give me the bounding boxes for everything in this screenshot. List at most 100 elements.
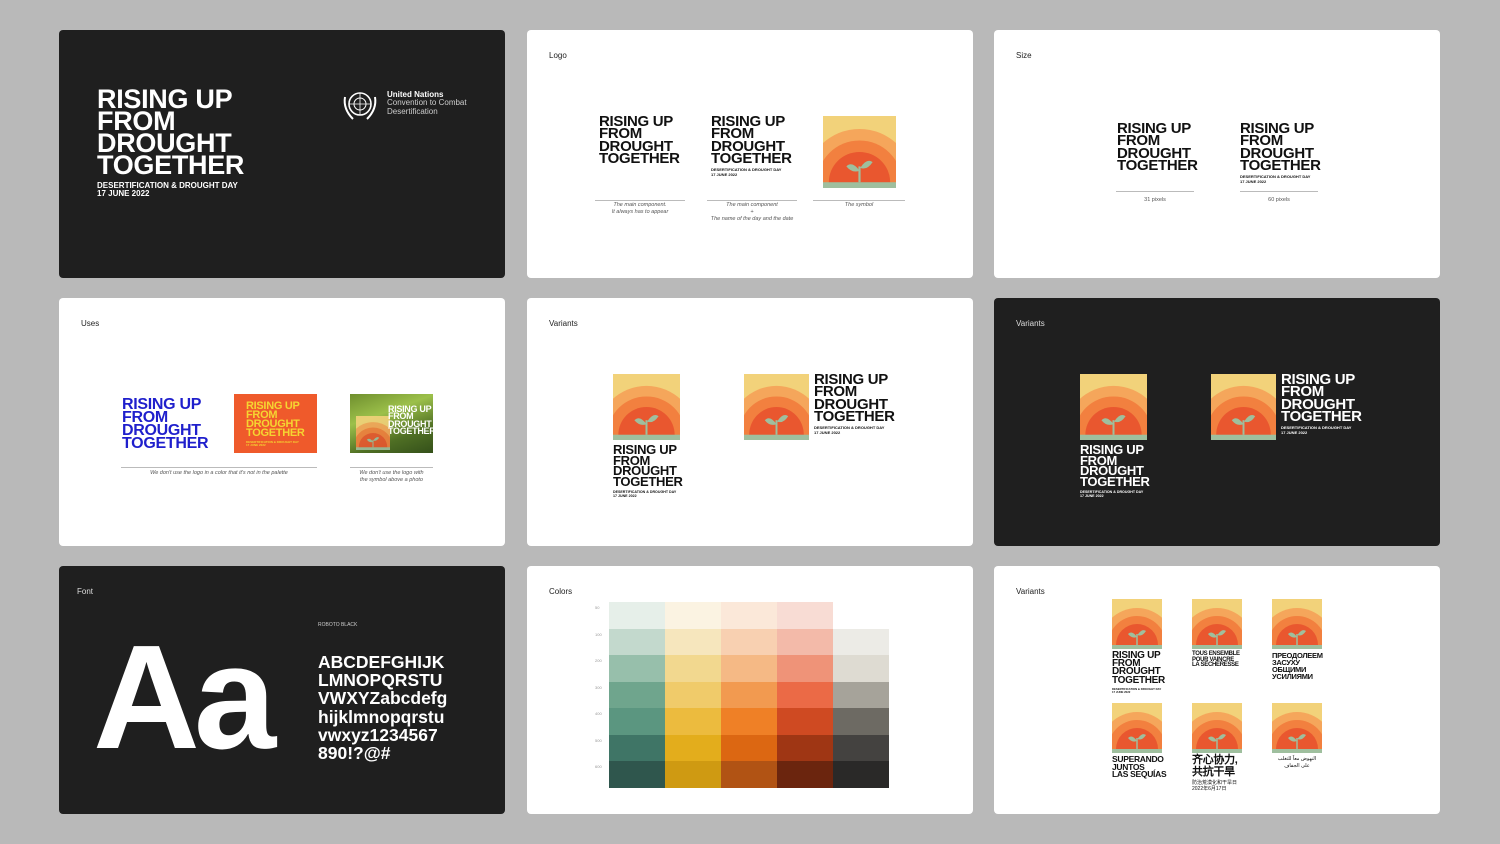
- color-swatch: [777, 602, 833, 629]
- color-swatch: [665, 602, 721, 629]
- card-logo: Logo RISING UP FROM DROUGHT TOGETHER RIS…: [527, 30, 973, 278]
- card-heading: Variants: [1016, 319, 1045, 328]
- color-swatch: [777, 655, 833, 682]
- un-emblem-icon: [341, 87, 379, 123]
- divider: [121, 467, 317, 468]
- caption: We don't use the logo with the symbol ab…: [359, 470, 424, 484]
- palette-row-label: 100: [595, 631, 602, 637]
- color-swatch: [721, 708, 777, 735]
- logo-60px: RISING UP FROM DROUGHT TOGETHER DESERTIF…: [1240, 120, 1321, 184]
- font-name-label: ROBOTO BLACK: [318, 622, 358, 628]
- sun-sprout-symbol-icon: [1192, 703, 1242, 753]
- color-swatch: [833, 655, 889, 682]
- sun-sprout-symbol-icon: [1272, 703, 1322, 753]
- divider: [350, 467, 433, 468]
- sun-sprout-symbol-icon: [613, 374, 680, 440]
- logo-english: RISING UP FROM DROUGHT TOGETHER DESERTIF…: [1112, 650, 1165, 694]
- divider: [707, 200, 797, 201]
- card-colors: Colors 50 100 200 300 400 500 600: [527, 566, 973, 814]
- color-swatch: [609, 628, 665, 655]
- palette-row-label: 200: [595, 658, 602, 663]
- color-swatch: [833, 681, 889, 708]
- sun-sprout-symbol-icon: [356, 416, 390, 450]
- divider: [1240, 191, 1318, 192]
- logo-on-photo: RISING UP FROM DROUGHT TOGETHER: [350, 394, 436, 453]
- card-heading: Variants: [1016, 587, 1045, 596]
- card-variants-languages: Variants RISING UP FROM DROUGHT TOGETHER…: [994, 566, 1440, 814]
- color-swatch: [777, 628, 833, 655]
- divider: [595, 200, 685, 201]
- color-swatch: [609, 761, 665, 788]
- logo-31px: RISING UP FROM DROUGHT TOGETHER: [1117, 120, 1198, 174]
- logo-french: TOUS ENSEMBLE POUR VAINCRE LA SÉCHERESSE: [1192, 651, 1240, 669]
- sun-sprout-symbol-icon: [1112, 599, 1162, 649]
- logo-vertical-variant: RISING UP FROM DROUGHT TOGETHER DESERTIF…: [1080, 442, 1150, 498]
- caption: The main component. It always has to app…: [611, 202, 669, 216]
- color-swatch: [609, 655, 665, 682]
- card-heading: Variants: [549, 319, 578, 328]
- card-size: Size RISING UP FROM DROUGHT TOGETHER RIS…: [994, 30, 1440, 278]
- caption: 60 pixels: [1268, 197, 1290, 203]
- card-font: Font Aa ROBOTO BLACK ABCDEFGHIJK LMNOPQR…: [59, 566, 505, 814]
- color-swatch: [777, 708, 833, 735]
- color-swatch: [721, 655, 777, 682]
- logo-horizontal-variant: RISING UP FROM DROUGHT TOGETHER DESERTIF…: [814, 371, 895, 435]
- sun-sprout-symbol-icon: [744, 374, 809, 440]
- color-swatch: [665, 655, 721, 682]
- sun-sprout-symbol-icon: [823, 116, 896, 188]
- font-sample: Aa: [93, 615, 276, 780]
- color-swatch: [665, 761, 721, 788]
- color-swatch: [833, 761, 889, 788]
- logo-russian: ПРЕОДОЛЕЕМ ЗАСУХУ ОБЩИМИ УСИЛИЯМИ: [1272, 651, 1323, 682]
- caption: We don't use the logo in a color that it…: [150, 470, 288, 476]
- logo-main-component: RISING UP FROM DROUGHT TOGETHER: [599, 113, 680, 167]
- un-wordmark: United Nations Convention to Combat Dese…: [387, 90, 467, 116]
- caption: The symbol: [844, 202, 874, 208]
- color-swatch: [833, 628, 889, 655]
- palette-row-label: 300: [595, 684, 602, 690]
- color-swatch: [665, 628, 721, 655]
- palette-row-label: 50: [595, 605, 600, 610]
- card-heading: Logo: [549, 51, 567, 60]
- logo-horizontal-variant: RISING UP FROM DROUGHT TOGETHER DESERTIF…: [1281, 371, 1362, 435]
- palette-row-label: 500: [595, 737, 602, 743]
- color-swatch: [777, 734, 833, 761]
- color-swatch: [721, 602, 777, 629]
- logo-vertical-variant: RISING UP FROM DROUGHT TOGETHER DESERTIF…: [613, 442, 683, 498]
- card-uses: Uses RISING UP FROM DROUGHT TOGETHER RIS…: [59, 298, 505, 546]
- color-swatch: [777, 761, 833, 788]
- logo-orange-background: RISING UP FROM DROUGHT TOGETHER DESERTIF…: [234, 394, 317, 453]
- color-swatch: [721, 628, 777, 655]
- main-logo: RISING UP FROM DROUGHT TOGETHER DESERTIF…: [97, 84, 245, 199]
- color-swatch: [777, 681, 833, 708]
- color-swatch: [833, 734, 889, 761]
- color-swatch: [665, 681, 721, 708]
- color-swatch: [665, 734, 721, 761]
- card-variants-light: Variants RISING UP FROM DROUGHT TOGETHER…: [527, 298, 973, 546]
- color-swatch: [665, 708, 721, 735]
- card-variants-dark: Variants RISING UP FROM DROUGHT TOGETHER…: [994, 298, 1440, 546]
- color-swatch: [721, 761, 777, 788]
- palette-row-label: 400: [595, 711, 602, 716]
- color-swatch: [609, 708, 665, 735]
- sun-sprout-symbol-icon: [1211, 374, 1276, 440]
- sun-sprout-symbol-icon: [1112, 703, 1162, 753]
- font-alphabet: ABCDEFGHIJK LMNOPQRSTU VWXYZabcdefg hijk…: [318, 652, 448, 763]
- divider: [1116, 191, 1194, 192]
- logo-chinese: 齐心协力, 共抗干旱 防治荒漠化和干旱日 2022年6月17日: [1192, 754, 1238, 792]
- card-heading: Uses: [81, 319, 100, 328]
- sun-sprout-symbol-icon: [1272, 599, 1322, 649]
- color-swatch: [609, 734, 665, 761]
- card-heading: Font: [77, 587, 94, 596]
- color-swatch: [721, 734, 777, 761]
- palette-row-label: 600: [595, 764, 602, 769]
- color-swatch: [609, 602, 665, 629]
- color-swatch: [833, 708, 889, 735]
- card-heading: Colors: [549, 587, 573, 596]
- color-palette: 50 100 200 300 400 500 600: [595, 602, 895, 792]
- card-heading: Size: [1016, 51, 1032, 60]
- logo-wrong-color: RISING UP FROM DROUGHT TOGETHER: [122, 396, 209, 453]
- color-swatch: [721, 681, 777, 708]
- logo-arabic: النهوض معاً للتغلب على الجفاف: [1277, 756, 1317, 769]
- sun-sprout-symbol-icon: [1080, 374, 1147, 440]
